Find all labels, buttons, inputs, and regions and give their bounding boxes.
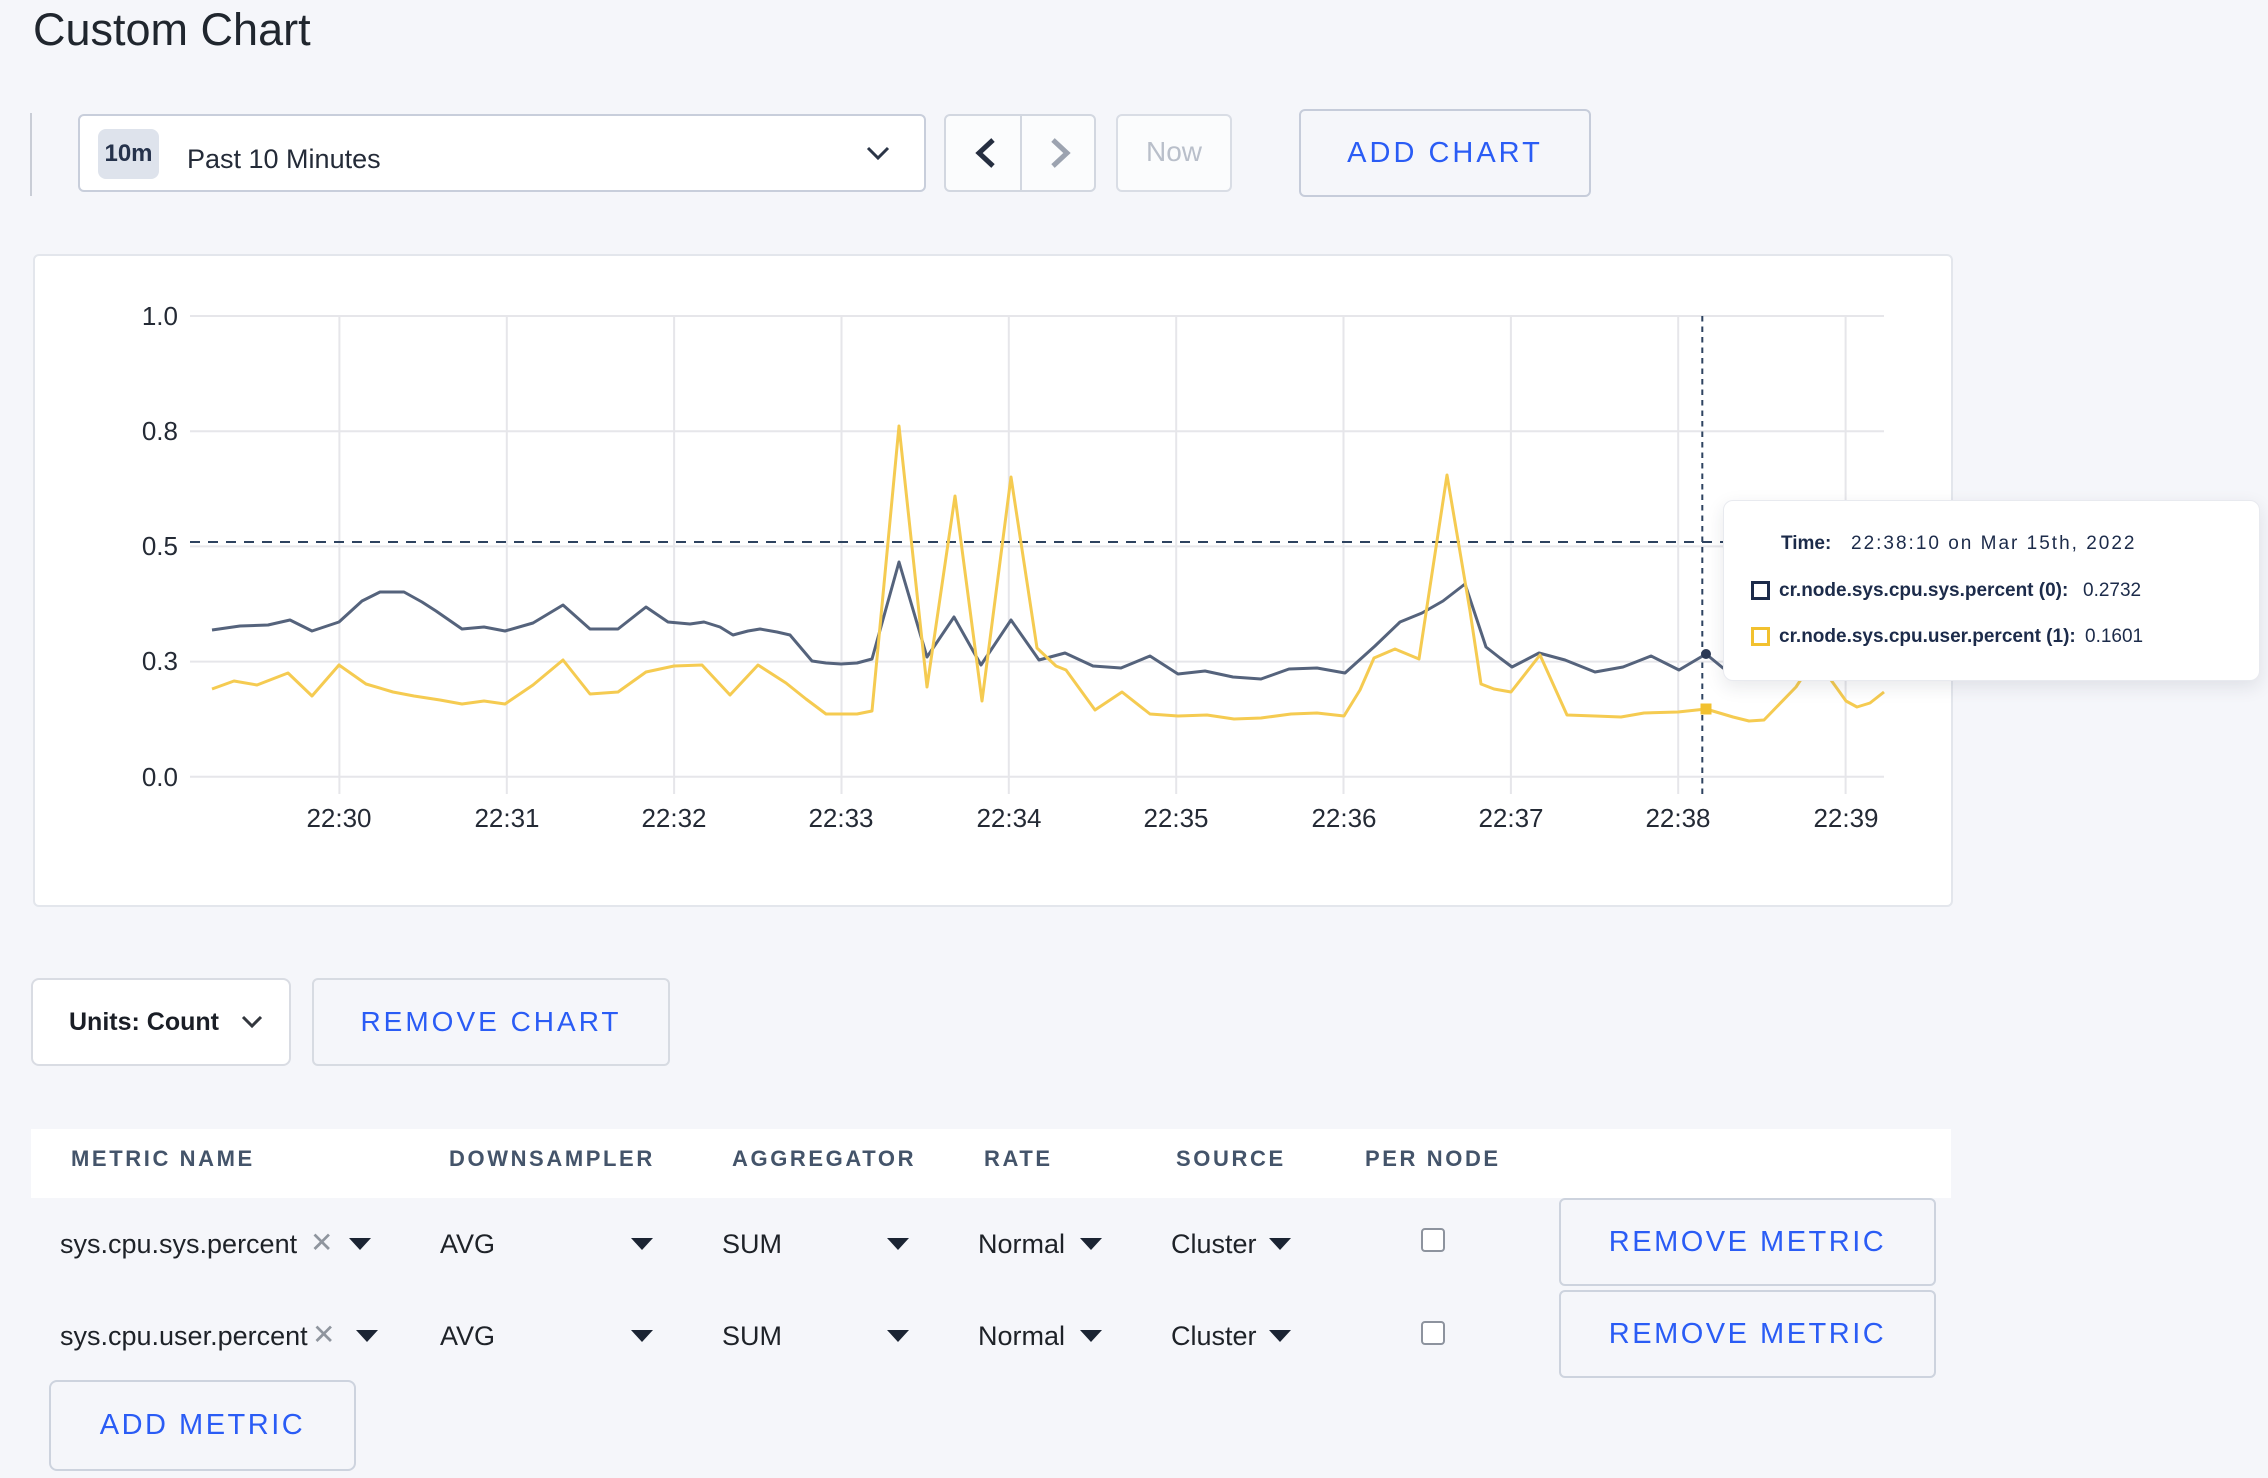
svg-text:0.3: 0.3: [142, 646, 178, 676]
svg-text:22:30: 22:30: [306, 803, 371, 833]
svg-text:0.8: 0.8: [142, 416, 178, 446]
svg-text:22:35: 22:35: [1143, 803, 1208, 833]
svg-text:22:36: 22:36: [1311, 803, 1376, 833]
svg-text:22:32: 22:32: [641, 803, 706, 833]
svg-text:22:34: 22:34: [976, 803, 1041, 833]
svg-text:22:37: 22:37: [1478, 803, 1543, 833]
svg-text:22:39: 22:39: [1813, 803, 1878, 833]
svg-text:1.0: 1.0: [142, 301, 178, 331]
svg-text:0.5: 0.5: [142, 531, 178, 561]
svg-text:22:31: 22:31: [474, 803, 539, 833]
svg-text:0.0: 0.0: [142, 762, 178, 792]
svg-text:22:38: 22:38: [1645, 803, 1710, 833]
svg-text:22:33: 22:33: [808, 803, 873, 833]
